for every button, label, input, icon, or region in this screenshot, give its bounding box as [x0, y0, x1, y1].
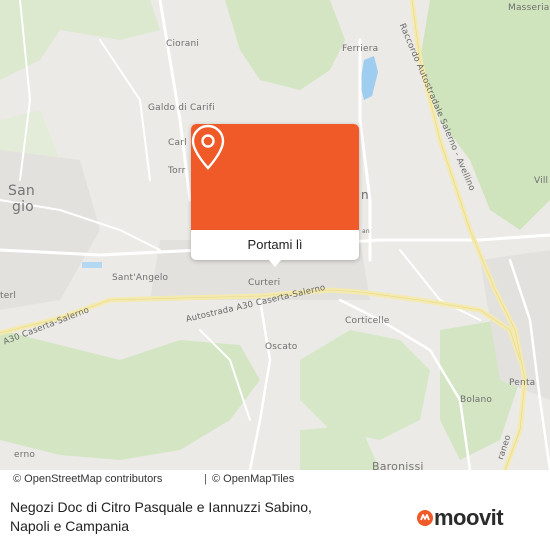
water — [82, 262, 102, 268]
map-view[interactable]: Masseria Ciorani Ferriera Raccordo Autos… — [0, 0, 550, 470]
map-attribution: © OpenStreetMap contributors | © OpenMap… — [0, 470, 550, 488]
map-pin-icon — [191, 124, 225, 170]
place-label-torr: Torr — [168, 166, 186, 176]
place-label-masseria: Masseria — [508, 3, 550, 13]
place-label-partial: n — [361, 188, 369, 202]
place-label-bolano: Bolano — [460, 395, 493, 405]
popup-pointer — [268, 259, 282, 267]
place-label-carl: Carl — [168, 138, 187, 148]
directions-button[interactable]: Portami lì — [191, 230, 359, 260]
attribution-separator: | — [204, 473, 207, 485]
place-label-gio: gio — [12, 199, 34, 215]
place-title-line2: Napoli e Campania — [10, 518, 130, 534]
place-label-penta: Penta — [509, 378, 536, 388]
place-label-vill: Vill — [534, 176, 549, 186]
place-label-oscato: Oscato — [265, 342, 298, 352]
place-label-partial: erno — [14, 450, 36, 460]
place-label-ciorani: Ciorani — [166, 39, 200, 49]
osm-attribution-link[interactable]: © OpenStreetMap contributors — [13, 473, 162, 485]
place-label-partial: an — [362, 228, 370, 235]
place-label-baronissi: Baronissi — [372, 460, 424, 470]
place-label-san: San — [8, 183, 35, 199]
location-popup: Portami lì — [191, 124, 359, 267]
popup-header — [191, 124, 359, 230]
place-title: Negozi Doc di Citro Pasquale e Iannuzzi … — [10, 498, 410, 536]
moovit-logo-text: moovit — [434, 505, 504, 530]
moovit-logo-icon — [417, 510, 433, 526]
place-label-galdo: Galdo di Carifi — [148, 103, 215, 113]
place-label-corticelle: Corticelle — [345, 316, 390, 326]
popup-card: Portami lì — [191, 124, 359, 260]
place-label-partial: terl — [0, 291, 17, 301]
openmaptiles-attribution-link[interactable]: © OpenMapTiles — [212, 473, 294, 485]
place-label-sant-angelo: Sant'Angelo — [112, 273, 169, 283]
place-label-curteri: Curteri — [248, 278, 281, 288]
place-label-ferriera: Ferriera — [342, 44, 379, 54]
place-title-line1: Negozi Doc di Citro Pasquale e Iannuzzi … — [10, 499, 312, 515]
